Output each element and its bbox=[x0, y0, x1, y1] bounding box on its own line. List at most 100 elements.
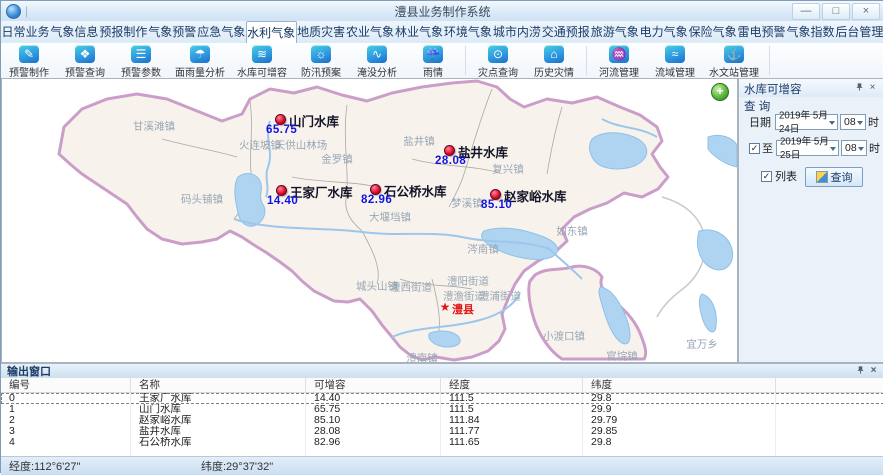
to-label: 至 bbox=[762, 140, 773, 156]
hydro-station-button[interactable]: ⚓水文站管理 bbox=[703, 43, 765, 78]
town-label: 甘溪滩镇 bbox=[133, 119, 175, 134]
table-row[interactable]: 3盐井水库28.08111.7729.85 bbox=[1, 426, 883, 437]
reservoir-marker[interactable]: 赵家峪水库85.10 bbox=[481, 186, 601, 212]
disaster-history-button[interactable]: ⌂历史灾情 bbox=[526, 43, 582, 78]
town-label: 金罗镇 bbox=[321, 152, 353, 167]
column-header[interactable]: 可增容 bbox=[306, 378, 441, 392]
toolbar-separator bbox=[586, 46, 587, 75]
toolbar: ✎预警制作❖预警查询☰预警参数☂面雨量分析≋水库可增容☼防汛预案∿淹没分析☔雨情… bbox=[1, 43, 883, 79]
output-pin-icon[interactable] bbox=[854, 365, 867, 378]
town-label: 城头山镇 bbox=[356, 279, 398, 294]
date-to-combo[interactable]: 2019年 5月25日 bbox=[776, 140, 839, 156]
tab-13[interactable]: 旅游气象 bbox=[590, 21, 639, 43]
tab-1[interactable]: 日常业务 bbox=[1, 21, 50, 43]
disaster-point-button[interactable]: ⊙灾点查询 bbox=[470, 43, 526, 78]
alert-query-button[interactable]: ❖预警查询 bbox=[57, 43, 113, 78]
status-latitude: 纬度:29°37'32" bbox=[201, 458, 273, 474]
tab-4[interactable]: 气象预警 bbox=[148, 21, 197, 43]
reservoir-name: 王家厂水库 bbox=[290, 182, 353, 201]
date-label: 日期 bbox=[749, 114, 771, 130]
minimize-button[interactable]: — bbox=[792, 3, 820, 20]
town-label: 大堰垱镇 bbox=[369, 210, 411, 225]
table-cell: 1 bbox=[1, 404, 131, 415]
table-cell: 28.08 bbox=[306, 426, 441, 437]
flood-plan-button[interactable]: ☼防汛预案 bbox=[293, 43, 349, 78]
table-row[interactable]: 2赵家峪水库85.10111.8429.79 bbox=[1, 415, 883, 426]
tab-10[interactable]: 环境气象 bbox=[443, 21, 492, 43]
table-cell: 29.8 bbox=[583, 393, 776, 404]
table-cell: 0 bbox=[1, 393, 131, 404]
reservoir-capacity-value: 82.96 bbox=[361, 194, 392, 206]
tab-15[interactable]: 保险气象 bbox=[688, 21, 737, 43]
town-label: 澧浦街道 bbox=[479, 289, 521, 304]
history-house-icon: ⌂ bbox=[544, 45, 564, 63]
table-row[interactable]: 0王家厂水库14.40111.529.8 bbox=[1, 393, 883, 404]
output-window-title: 输出窗口 bbox=[7, 363, 51, 379]
column-header[interactable]: 名称 bbox=[131, 378, 306, 392]
close-panel-icon[interactable]: × bbox=[866, 82, 879, 95]
tab-17[interactable]: 气象指数 bbox=[786, 21, 835, 43]
list-label: 列表 bbox=[775, 168, 797, 184]
menu-tabs: 日常业务气象信息预报制作气象预警应急气象水利气象地质灾害农业气象林业气象环境气象… bbox=[1, 21, 883, 44]
river-mgmt-button[interactable]: ♒河流管理 bbox=[591, 43, 647, 78]
add-layer-button[interactable]: + bbox=[711, 83, 729, 101]
hour-from-combo[interactable]: 08 bbox=[840, 114, 866, 130]
town-label: 火连坡镇 bbox=[239, 138, 281, 153]
alert-compose-button[interactable]: ✎预警制作 bbox=[1, 43, 57, 78]
table-cell: 111.84 bbox=[441, 415, 583, 426]
column-header[interactable]: 编号 bbox=[1, 378, 131, 392]
output-close-icon[interactable]: × bbox=[867, 365, 880, 378]
close-button[interactable]: × bbox=[852, 3, 880, 20]
hour-to-combo[interactable]: 08 bbox=[841, 140, 867, 156]
tab-3[interactable]: 预报制作 bbox=[99, 21, 148, 43]
reservoir-capacity-button[interactable]: ≋水库可增容 bbox=[231, 43, 293, 78]
column-header[interactable]: 纬度 bbox=[583, 378, 776, 392]
table-cell: 赵家峪水库 bbox=[131, 415, 306, 426]
area-rainfall-button[interactable]: ☂面雨量分析 bbox=[169, 43, 231, 78]
table-cell: 29.8 bbox=[583, 437, 776, 448]
reservoir-marker[interactable]: 山门水库65.75 bbox=[266, 111, 386, 137]
table-cell: 111.5 bbox=[441, 393, 583, 404]
tab-7[interactable]: 地质灾害 bbox=[297, 21, 346, 43]
reservoir-marker[interactable]: 盐井水库28.08 bbox=[435, 142, 555, 168]
tab-18[interactable]: 后台管理 bbox=[835, 21, 883, 43]
reservoir-name: 赵家峪水库 bbox=[504, 186, 567, 205]
tab-16[interactable]: 雷电预警 bbox=[737, 21, 786, 43]
rain-info-button[interactable]: ☔雨情 bbox=[405, 43, 461, 78]
list-checkbox[interactable] bbox=[761, 171, 772, 182]
town-label: 官垸镇 bbox=[606, 349, 638, 364]
tab-2[interactable]: 气象信息 bbox=[50, 21, 99, 43]
alert-params-button[interactable]: ☰预警参数 bbox=[113, 43, 169, 78]
table-cell: 111.77 bbox=[441, 426, 583, 437]
tab-8[interactable]: 农业气象 bbox=[346, 21, 395, 43]
tab-6[interactable]: 水利气象 bbox=[246, 21, 297, 43]
table-row[interactable]: 1山门水库65.75111.529.9 bbox=[1, 404, 883, 415]
disaster-search-icon: ⊙ bbox=[488, 45, 508, 63]
inundation-analysis-button[interactable]: ∿淹没分析 bbox=[349, 43, 405, 78]
tab-5[interactable]: 应急气象 bbox=[197, 21, 246, 43]
town-label: 宜万乡 bbox=[686, 337, 718, 352]
table-cell: 29.9 bbox=[583, 404, 776, 415]
basin-mgmt-button[interactable]: ≈流域管理 bbox=[647, 43, 703, 78]
reservoir-marker[interactable]: 石公桥水库82.96 bbox=[361, 181, 481, 207]
date-from-combo[interactable]: 2019年 5月24日 bbox=[775, 114, 838, 130]
bell-icon: ❖ bbox=[75, 45, 95, 63]
town-label: 澧阳街道 bbox=[447, 274, 489, 289]
tab-14[interactable]: 电力气象 bbox=[639, 21, 688, 43]
tab-11[interactable]: 城市内涝 bbox=[492, 21, 541, 43]
table-cell: 111.5 bbox=[441, 404, 583, 415]
tab-9[interactable]: 林业气象 bbox=[395, 21, 444, 43]
query-button[interactable]: 查询 bbox=[805, 167, 863, 187]
maximize-button[interactable]: □ bbox=[822, 3, 850, 20]
tab-12[interactable]: 交通预报 bbox=[541, 21, 590, 43]
town-label: 码头铺镇 bbox=[181, 192, 223, 207]
params-list-icon: ☰ bbox=[131, 45, 151, 63]
table-cell: 王家厂水库 bbox=[131, 393, 306, 404]
pin-icon[interactable] bbox=[853, 82, 866, 95]
table-cell: 29.79 bbox=[583, 415, 776, 426]
to-date-checkbox[interactable] bbox=[749, 143, 760, 154]
rain-drops-icon: ☔ bbox=[423, 45, 443, 63]
column-header[interactable]: 经度 bbox=[441, 378, 583, 392]
table-row[interactable]: 4石公桥水库82.96111.6529.8 bbox=[1, 437, 883, 448]
reservoir-capacity-value: 28.08 bbox=[435, 155, 466, 167]
